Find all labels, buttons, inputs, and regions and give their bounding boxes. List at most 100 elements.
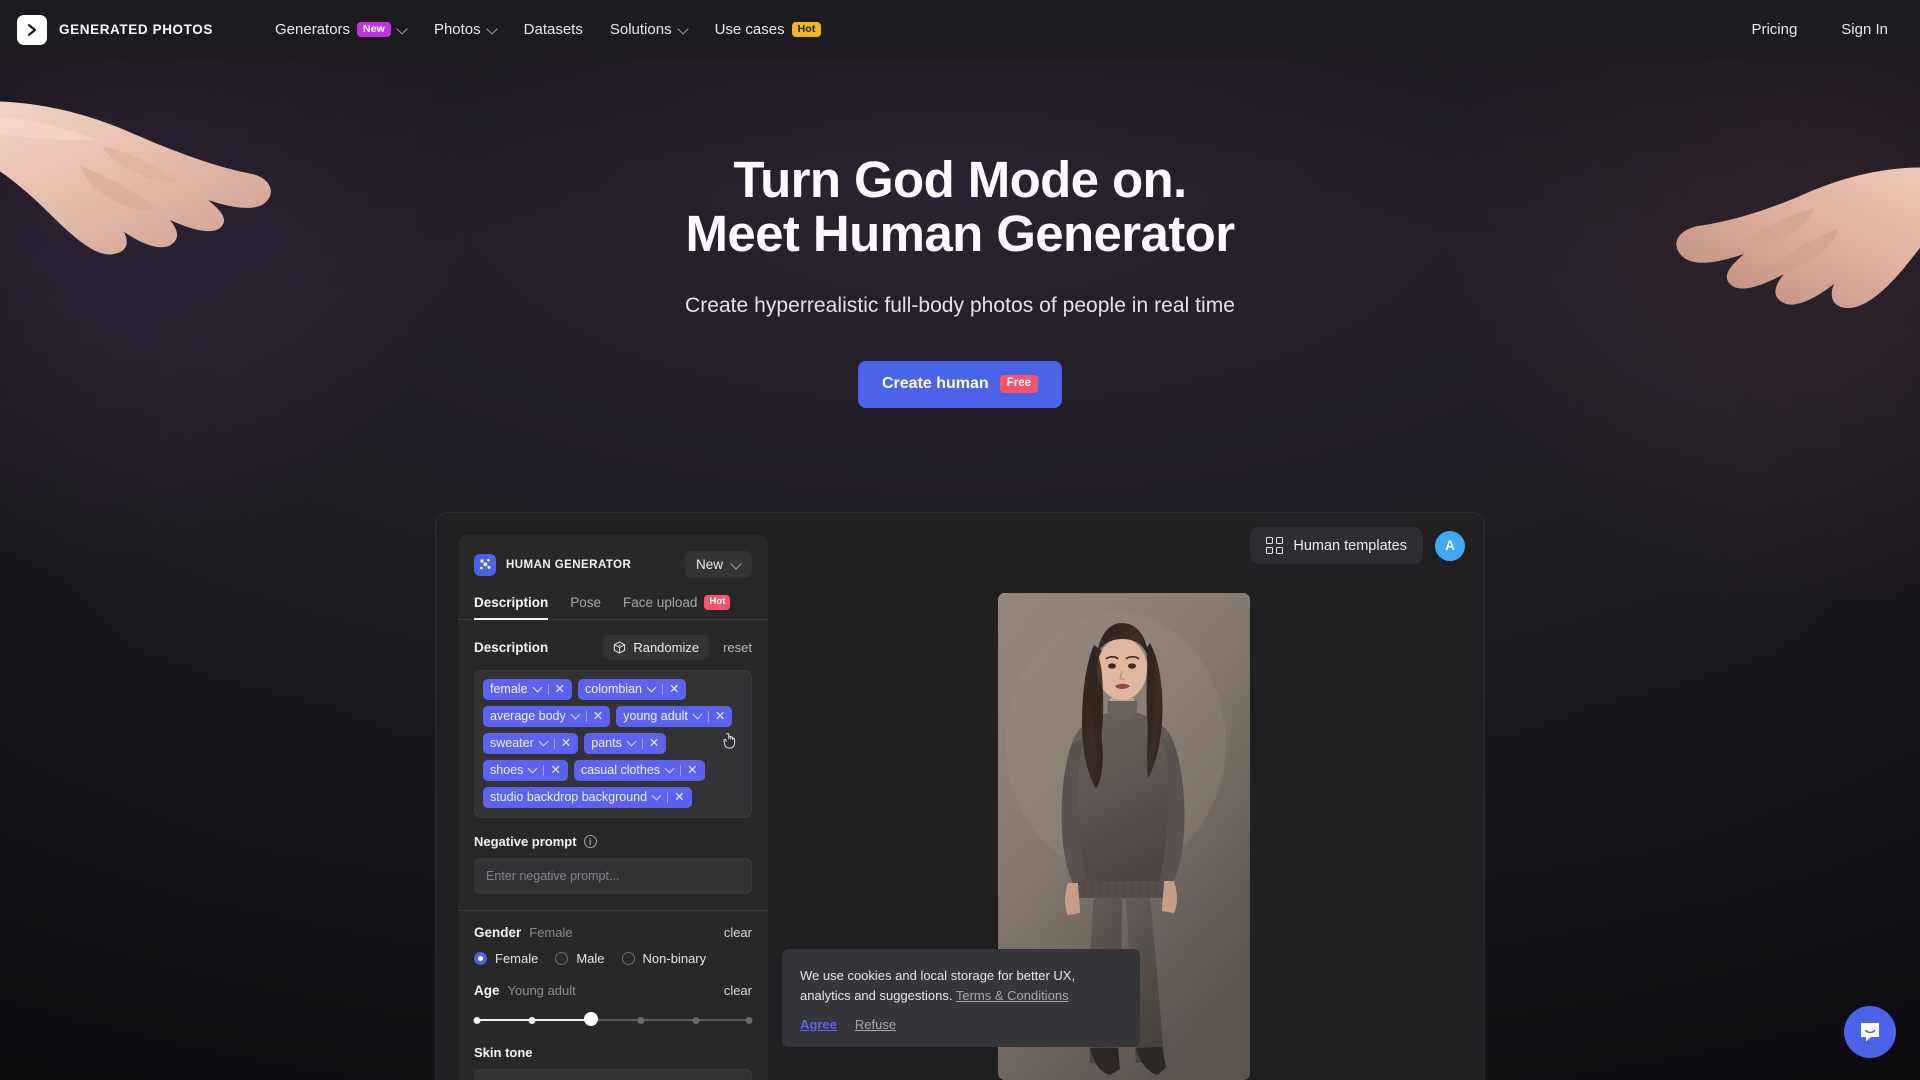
negative-prompt-label: Negative prompt [474, 834, 577, 849]
brand-logo[interactable]: GENERATED PHOTOS [17, 14, 213, 45]
chevron-down-icon[interactable] [653, 793, 661, 801]
tab-face-upload[interactable]: Face upload Hot [623, 595, 731, 619]
chip-casual-clothes[interactable]: casual clothes ✕ [573, 760, 705, 781]
cookie-refuse-button[interactable]: Refuse [855, 1017, 896, 1032]
sign-in-link[interactable]: Sign In [1841, 21, 1888, 38]
nav-item-photos[interactable]: Photos [434, 21, 497, 38]
chip-separator [667, 791, 669, 803]
terms-and-conditions-link[interactable]: Terms & Conditions [956, 988, 1069, 1003]
chip-average-body[interactable]: average body ✕ [483, 706, 611, 727]
hero-title-line1: Turn God Mode on. [733, 151, 1187, 208]
description-chips-container[interactable]: female ✕ colombian ✕ average body ✕ youn… [474, 670, 752, 818]
nav-item-datasets[interactable]: Datasets [524, 21, 583, 38]
description-label: Description [474, 640, 549, 655]
close-icon[interactable]: ✕ [715, 710, 725, 723]
chat-bubble-icon [1861, 1023, 1879, 1042]
cookie-agree-button[interactable]: Agree [800, 1017, 837, 1032]
chip-separator [680, 764, 682, 776]
slider-tick[interactable] [745, 1016, 753, 1024]
create-human-button[interactable]: Create human Free [858, 361, 1062, 409]
chip-pants[interactable]: pants ✕ [584, 733, 667, 754]
chip-shoes[interactable]: shoes ✕ [483, 760, 568, 781]
close-icon[interactable]: ✕ [555, 683, 565, 696]
close-icon[interactable]: ✕ [593, 710, 603, 723]
chevron-down-icon[interactable] [694, 712, 702, 720]
gender-option-label: Female [495, 951, 539, 966]
chip-young-adult[interactable]: young adult ✕ [616, 706, 733, 727]
chevron-down-icon[interactable] [572, 712, 580, 720]
create-human-free-badge: Free [999, 375, 1038, 394]
slider-tick[interactable] [528, 1016, 536, 1024]
chip-studio-backdrop-background[interactable]: studio backdrop background ✕ [483, 787, 692, 808]
chevron-down-icon[interactable] [666, 766, 674, 774]
close-icon[interactable]: ✕ [674, 791, 684, 804]
age-group: Age Young adult clear [473, 983, 753, 1027]
nav-item-solutions[interactable]: Solutions [610, 21, 688, 38]
tab-pose[interactable]: Pose [570, 595, 601, 619]
gender-radio-male[interactable]: Male [555, 951, 605, 966]
chip-sweater[interactable]: sweater ✕ [483, 733, 579, 754]
gender-radio-female[interactable]: Female [474, 951, 538, 966]
tab-description[interactable]: Description [474, 595, 549, 620]
info-icon[interactable]: i [583, 835, 597, 848]
age-clear-link[interactable]: clear [724, 983, 752, 998]
radio-dot [621, 952, 635, 965]
close-icon[interactable]: ✕ [649, 737, 659, 750]
nav-item-photos-label: Photos [433, 21, 481, 38]
nav-item-generators[interactable]: Generators New [275, 21, 407, 38]
chip-separator [543, 764, 545, 776]
close-icon[interactable]: ✕ [687, 764, 697, 777]
create-human-label: Create human [882, 375, 989, 393]
gender-clear-link[interactable]: clear [724, 925, 752, 940]
description-reset-link[interactable]: reset [723, 640, 752, 655]
slider-tick[interactable] [473, 1016, 481, 1024]
negative-prompt-input[interactable] [474, 858, 752, 894]
chevron-down-icon[interactable] [648, 685, 656, 693]
page-root: GENERATED PHOTOS Generators New Photos D… [0, 0, 1920, 1080]
chip-separator [662, 683, 663, 695]
app-topbar: Human templates A [1250, 527, 1465, 564]
gender-value: Female [529, 925, 573, 940]
avatar[interactable]: A [1435, 530, 1465, 561]
chip-colombian[interactable]: colombian ✕ [578, 679, 687, 700]
chevron-down-icon[interactable] [534, 685, 542, 693]
nav-item-datasets-label: Datasets [523, 21, 583, 38]
randomize-button[interactable]: Randomize [603, 635, 710, 660]
age-slider[interactable] [473, 1012, 753, 1027]
page-title: Turn God Mode on. Meet Human Generator [686, 151, 1236, 261]
gender-group: Gender Female clear Female Male Non-bina… [474, 925, 752, 966]
negative-prompt-label-row: Negative prompt i [474, 834, 752, 849]
chip-label: sweater [490, 736, 534, 750]
dice-icon [614, 641, 626, 654]
nav-item-pricing[interactable]: Pricing [1751, 21, 1797, 38]
slider-tick[interactable] [692, 1016, 700, 1024]
slider-handle[interactable] [583, 1012, 598, 1026]
chevron-down-icon[interactable] [628, 739, 636, 747]
nav-item-generators-label: Generators [275, 21, 351, 38]
randomize-label: Randomize [633, 640, 700, 655]
tab-badge-hot: Hot [704, 595, 731, 610]
chat-launcher-button[interactable] [1844, 1006, 1896, 1058]
gender-radio-non-binary[interactable]: Non-binary [621, 951, 707, 966]
chevron-down-icon[interactable] [529, 766, 537, 774]
cookie-actions: Agree Refuse [800, 1017, 1122, 1032]
cookie-text-block: We use cookies and local storage for bet… [800, 966, 1122, 1006]
chevron-down-icon[interactable] [540, 739, 548, 747]
close-icon[interactable]: ✕ [561, 737, 571, 750]
chevron-down-icon [732, 560, 741, 569]
nav-item-use-cases[interactable]: Use cases Hot [715, 21, 822, 38]
sidebar-body: Description Randomize reset female ✕ col… [458, 620, 768, 1080]
close-icon[interactable]: ✕ [669, 683, 679, 696]
gender-option-label: Non-binary [642, 951, 707, 966]
skin-tone-label: Skin tone [474, 1045, 533, 1060]
human-templates-button[interactable]: Human templates [1250, 527, 1423, 564]
slider-tick[interactable] [637, 1016, 645, 1024]
chip-separator [707, 710, 709, 722]
close-icon[interactable]: ✕ [550, 764, 560, 777]
chip-female[interactable]: female ✕ [483, 679, 573, 700]
chip-label: young adult [623, 709, 688, 723]
skin-tone-group: Skin tone Not set [474, 1045, 752, 1080]
new-project-select[interactable]: New [684, 551, 752, 578]
chevron-down-icon [488, 25, 497, 34]
skin-tone-select[interactable]: Not set [474, 1069, 752, 1080]
